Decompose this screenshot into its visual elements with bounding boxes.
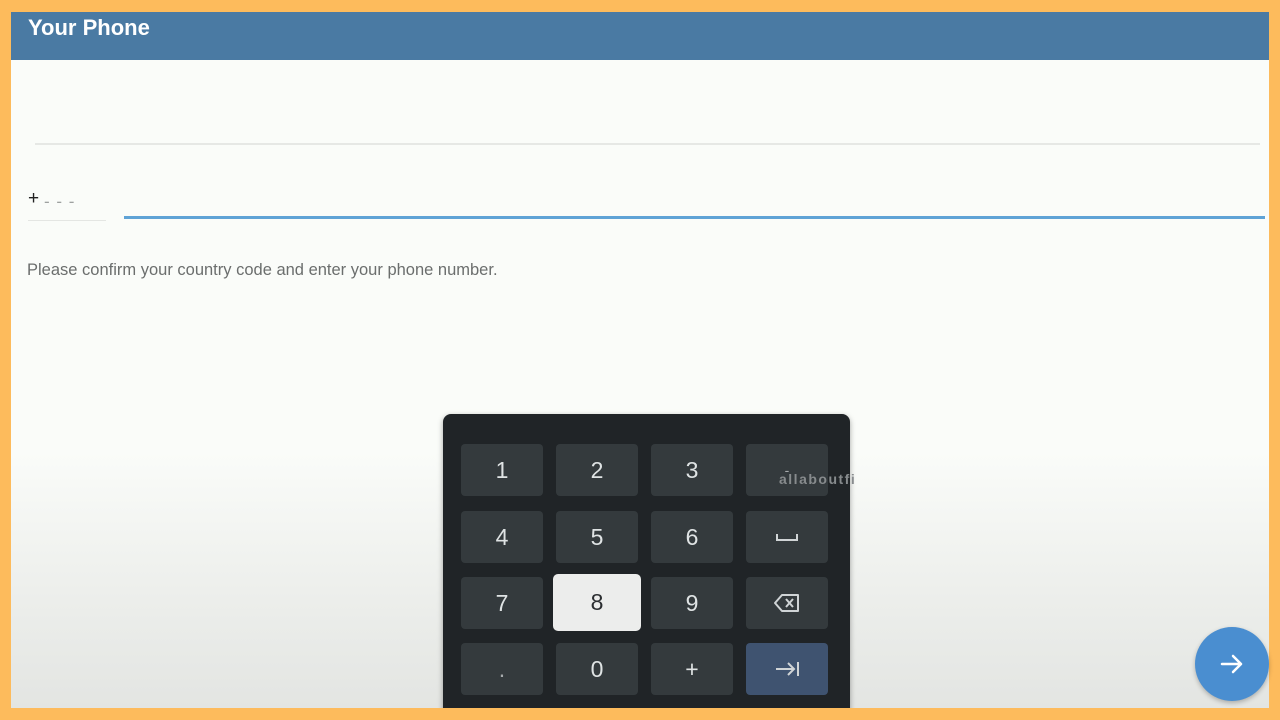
key-dash[interactable]: - (746, 444, 828, 496)
next-button[interactable] (1195, 627, 1269, 701)
space-key[interactable] (746, 511, 828, 563)
key-3[interactable]: 3 (651, 444, 733, 496)
backspace-key[interactable] (746, 577, 828, 629)
hint-text: Please confirm your country code and ent… (27, 261, 498, 279)
country-code-field[interactable]: + - - - (28, 188, 106, 221)
country-field[interactable] (35, 143, 1260, 145)
page-title: Your Phone (28, 15, 150, 40)
tab-icon (776, 662, 799, 676)
numeric-keypad: 1 2 3 - 4 5 6 7 8 9 . 0 + (443, 414, 850, 708)
next-field-key[interactable] (746, 643, 828, 695)
key-2[interactable]: 2 (556, 444, 638, 496)
key-6[interactable]: 6 (651, 511, 733, 563)
key-7[interactable]: 7 (461, 577, 543, 629)
key-plus[interactable]: + (651, 643, 733, 695)
key-1[interactable]: 1 (461, 444, 543, 496)
key-dot[interactable]: . (461, 643, 543, 695)
phone-number-input[interactable] (124, 216, 1265, 219)
key-4[interactable]: 4 (461, 511, 543, 563)
backspace-icon (774, 594, 799, 612)
watermark: allaboutfi (779, 471, 857, 487)
header-bar: Your Phone (11, 12, 1269, 60)
key-0[interactable]: 0 (556, 643, 638, 695)
key-8[interactable]: 8 (553, 574, 641, 631)
arrow-right-icon (1220, 654, 1243, 674)
country-code-prefix: + (28, 188, 40, 209)
key-9[interactable]: 9 (651, 577, 733, 629)
app-window: Your Phone + - - - Please confirm your c… (11, 12, 1269, 708)
space-icon (776, 534, 798, 541)
key-5[interactable]: 5 (556, 511, 638, 563)
country-code-placeholder: - - - (44, 192, 76, 211)
